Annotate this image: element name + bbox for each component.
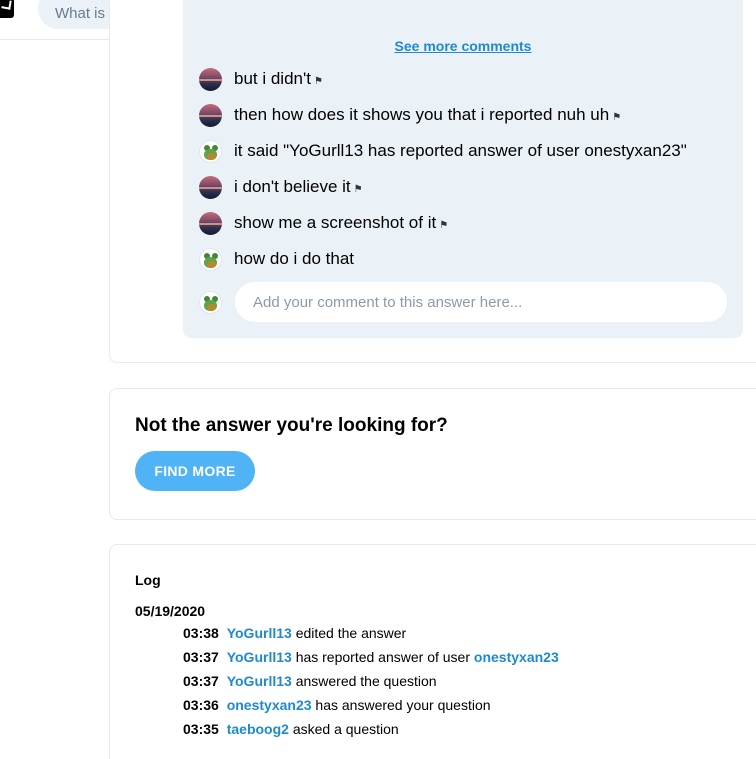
log-entry: 03:35 taeboog2 asked a question	[183, 721, 399, 737]
comment-text: but i didn't ⚑	[234, 69, 323, 89]
user-link[interactable]: YoGurll13	[227, 625, 292, 641]
sunset-avatar[interactable]	[199, 175, 222, 199]
comment-text: how do i do that	[234, 249, 355, 268]
log-time: 03:35	[183, 721, 219, 737]
log-time: 03:37	[183, 673, 219, 689]
log-card: Log 05/19/2020 03:38 YoGurll13 edited th…	[109, 544, 756, 759]
find-more-button[interactable]: FIND MORE	[135, 451, 255, 491]
log-time: 03:37	[183, 649, 219, 665]
user-link[interactable]: YoGurll13	[227, 649, 292, 665]
comment-input[interactable]	[235, 282, 727, 322]
comment-item: show me a screenshot of it ⚑	[199, 211, 448, 235]
not-answer-card: Not the answer you're looking for? FIND …	[109, 388, 756, 520]
comment-item: how do i do that	[199, 247, 354, 271]
comment-text: i don't believe it ⚑	[234, 177, 363, 197]
log-entry: 03:36 onestyxan23 has answered your ques…	[183, 697, 491, 713]
sunset-avatar[interactable]	[199, 211, 222, 235]
user-link[interactable]: YoGurll13	[227, 673, 292, 689]
comment-text: it said "YoGurll13 has reported answer o…	[234, 141, 687, 160]
flag-icon[interactable]: ⚑	[354, 184, 363, 195]
current-user-avatar	[199, 291, 222, 314]
comments-panel: See more comments but i didn't ⚑ then how…	[183, 0, 743, 338]
comment-item: it said "YoGurll13 has reported answer o…	[199, 139, 687, 163]
log-date: 05/19/2020	[135, 603, 206, 619]
comment-body: then how does it shows you that i report…	[234, 105, 610, 124]
log-action: answered the question	[295, 673, 437, 689]
comment-item: i don't believe it ⚑	[199, 175, 363, 199]
frog-avatar[interactable]	[199, 247, 222, 271]
user-link[interactable]: onestyxan23	[227, 697, 312, 713]
log-time: 03:36	[183, 697, 219, 713]
brainly-logo[interactable]	[0, 0, 14, 18]
user-link[interactable]: taeboog2	[227, 721, 289, 737]
log-action: has answered your question	[315, 697, 491, 713]
sunset-avatar[interactable]	[199, 103, 222, 127]
logo-mark-icon	[1, 0, 12, 10]
not-answer-title: Not the answer you're looking for?	[135, 415, 448, 436]
flag-icon[interactable]: ⚑	[439, 220, 448, 231]
log-entry: 03:38 YoGurll13 edited the answer	[183, 625, 406, 641]
comment-body: show me a screenshot of it	[234, 213, 437, 232]
comment-body: but i didn't	[234, 69, 311, 88]
log-action: asked a question	[292, 721, 399, 737]
flag-icon[interactable]: ⚑	[612, 112, 621, 123]
target-user-link[interactable]: onestyxan23	[474, 649, 559, 665]
comment-item: then how does it shows you that i report…	[199, 103, 621, 127]
log-entry: 03:37 YoGurll13 answered the question	[183, 673, 437, 689]
comment-body: i don't believe it	[234, 177, 351, 196]
log-time: 03:38	[183, 625, 219, 641]
log-entry: 03:37 YoGurll13 has reported answer of u…	[183, 649, 559, 665]
log-title: Log	[135, 572, 161, 588]
see-more-comments-link[interactable]: See more comments	[183, 38, 743, 54]
sunset-avatar[interactable]	[199, 67, 222, 91]
frog-avatar[interactable]	[199, 139, 222, 163]
flag-icon[interactable]: ⚑	[314, 76, 323, 87]
comment-item: but i didn't ⚑	[199, 67, 323, 91]
log-action: has reported answer of user	[295, 649, 471, 665]
comment-text: then how does it shows you that i report…	[234, 105, 621, 125]
comment-text: show me a screenshot of it ⚑	[234, 213, 448, 233]
log-action: edited the answer	[295, 625, 407, 641]
